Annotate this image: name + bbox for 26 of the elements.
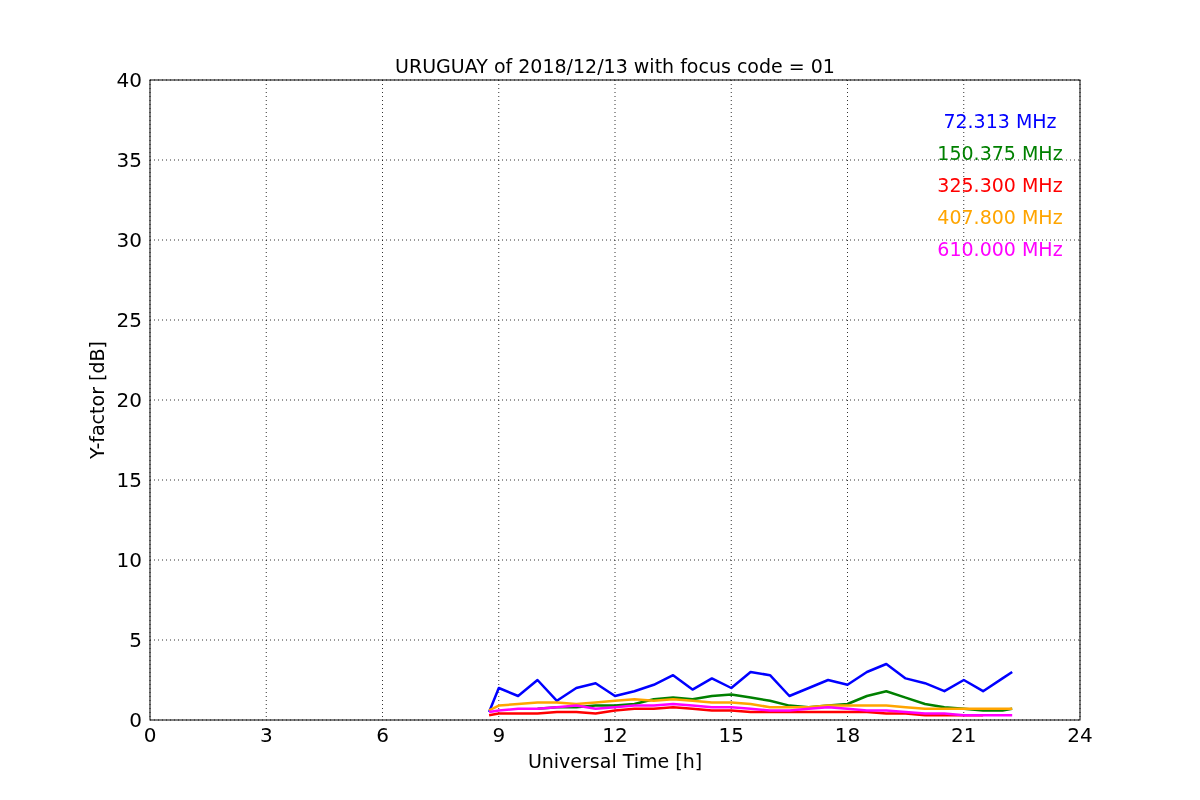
legend-label: 150.375 MHz bbox=[937, 142, 1063, 164]
x-tick-label: 21 bbox=[951, 723, 977, 747]
x-tick-label: 24 bbox=[1067, 723, 1093, 747]
y-tick-label: 15 bbox=[116, 468, 142, 492]
y-tick-label: 25 bbox=[116, 308, 142, 332]
legend-label: 325.300 MHz bbox=[937, 174, 1063, 196]
y-axis-label: Y-factor [dB] bbox=[86, 341, 108, 459]
y-tick-label: 5 bbox=[129, 628, 142, 652]
x-tick-label: 9 bbox=[492, 723, 506, 747]
x-tick-label: 12 bbox=[602, 723, 628, 747]
legend-label: 610.000 MHz bbox=[937, 238, 1063, 260]
x-tick-label: 15 bbox=[718, 723, 744, 747]
legend-label: 72.313 MHz bbox=[943, 110, 1057, 132]
y-tick-label: 0 bbox=[129, 708, 142, 732]
y-tick-label: 10 bbox=[116, 548, 142, 572]
x-tick-label: 3 bbox=[259, 723, 273, 747]
legend-label: 407.800 MHz bbox=[937, 206, 1063, 228]
x-tick-label: 18 bbox=[834, 723, 861, 747]
x-tick-label: 0 bbox=[143, 723, 157, 747]
y-tick-label: 40 bbox=[116, 68, 142, 92]
x-tick-label: 6 bbox=[376, 723, 389, 747]
y-tick-label: 35 bbox=[116, 148, 142, 172]
chart-title: URUGUAY of 2018/12/13 with focus code = 01 bbox=[395, 55, 835, 77]
x-axis-label: Universal Time [h] bbox=[527, 750, 703, 772]
y-tick-label: 20 bbox=[116, 388, 142, 412]
y-tick-label: 30 bbox=[116, 228, 142, 252]
